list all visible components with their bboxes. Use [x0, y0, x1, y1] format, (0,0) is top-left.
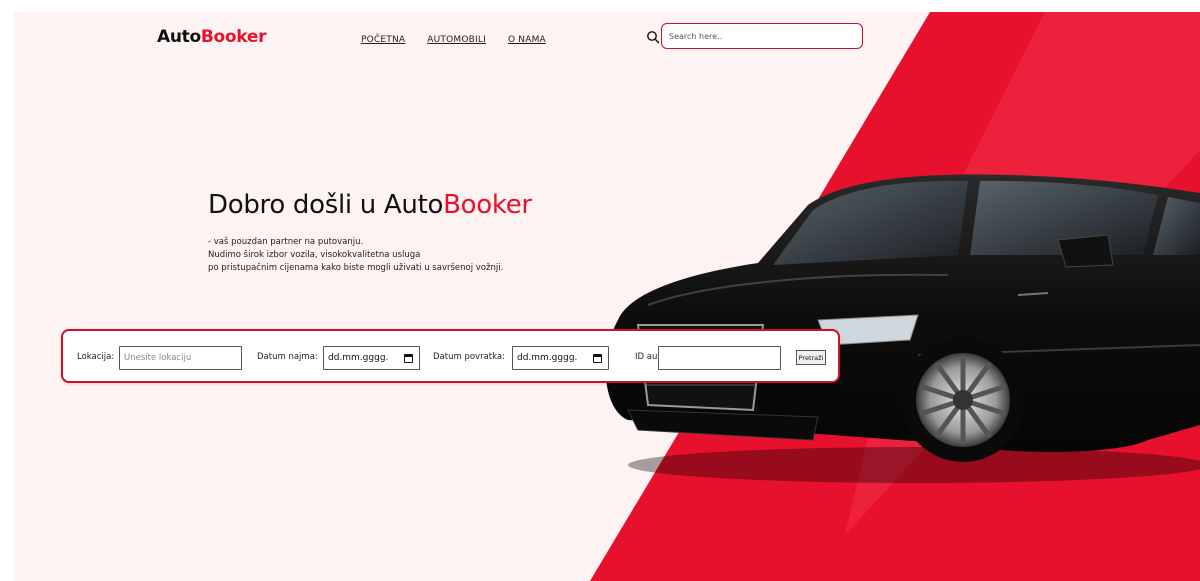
hero-text-line-3: po pristupačnim cijenama kako biste mogl… — [208, 263, 504, 273]
hero-title-brand: Booker — [443, 190, 532, 220]
search-icon[interactable] — [646, 30, 660, 44]
return-date-value: dd.mm.gggg. — [517, 353, 578, 363]
hero-title: Dobro došli u AutoBooker — [208, 190, 532, 220]
nav-link-automobili[interactable]: AUTOMOBILI — [427, 35, 486, 45]
hero-text-line-2: Nudimo širok izbor vozila, visokokvalite… — [208, 250, 421, 260]
location-input[interactable] — [119, 346, 242, 370]
logo-prefix: Auto — [157, 27, 201, 47]
search-input[interactable] — [661, 23, 863, 49]
nav-link-o-nama[interactable]: O NAMA — [508, 35, 546, 45]
booking-search-form: Lokacija: Datum najma: dd.mm.gggg. Datum… — [61, 329, 840, 383]
car-image — [605, 174, 1200, 483]
calendar-icon[interactable] — [404, 353, 413, 363]
calendar-icon[interactable] — [593, 353, 602, 363]
rent-date-value: dd.mm.gggg. — [328, 353, 389, 363]
logo-suffix: Booker — [200, 27, 267, 47]
hero-text-line-1: - vaš pouzdan partner na putovanju. — [208, 237, 364, 247]
main-nav: POČETNA AUTOMOBILI O NAMA — [361, 35, 546, 45]
rent-date-input[interactable]: dd.mm.gggg. — [323, 346, 420, 370]
logo[interactable]: AutoBooker — [157, 27, 266, 47]
page: AutoBooker POČETNA AUTOMOBILI O NAMA Dob… — [0, 0, 1200, 581]
location-label: Lokacija: — [77, 352, 115, 362]
search-submit-button[interactable]: Pretraži — [796, 350, 826, 365]
return-date-input[interactable]: dd.mm.gggg. — [512, 346, 609, 370]
hero-title-prefix: Dobro došli u Auto — [208, 190, 444, 220]
nav-link-pocetna[interactable]: POČETNA — [361, 35, 405, 45]
car-id-input[interactable] — [658, 346, 781, 370]
return-date-label: Datum povratka: — [433, 352, 505, 362]
rent-date-label: Datum najma: — [257, 352, 318, 362]
